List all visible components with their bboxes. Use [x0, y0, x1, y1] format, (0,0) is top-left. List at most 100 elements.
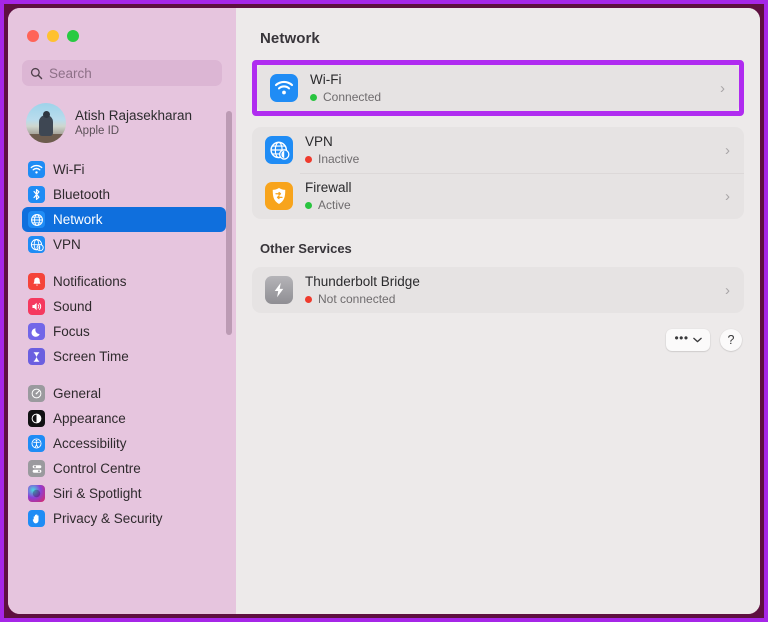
page-title: Network	[260, 30, 320, 47]
sidebar-item-label: Bluetooth	[53, 187, 111, 202]
chevron-down-icon	[692, 337, 702, 343]
sidebar-group-system: Notifications Sound Focus Screen Time	[8, 269, 236, 369]
vpn-icon	[265, 136, 293, 164]
section-title-other-services: Other Services	[260, 241, 352, 256]
sidebar-item-label: VPN	[53, 237, 81, 252]
sidebar-item-label: Focus	[53, 324, 90, 339]
sidebar-item-wi-fi[interactable]: Wi-Fi	[22, 157, 226, 182]
gear-icon	[28, 385, 45, 402]
status-label: Not connected	[318, 291, 396, 306]
chevron-right-icon[interactable]: ›	[725, 282, 730, 299]
footer-buttons: ••• ?	[252, 329, 744, 351]
chevron-right-icon[interactable]: ›	[725, 188, 730, 205]
system-settings-window: Search Atish Rajasekharan Apple ID Wi-Fi…	[8, 8, 760, 614]
service-row-thunderbolt-bridge[interactable]: Thunderbolt Bridge Not connected ›	[252, 267, 744, 313]
sidebar-item-vpn[interactable]: VPN	[22, 232, 226, 257]
sidebar-item-label: Sound	[53, 299, 93, 314]
firewall-shield-icon	[265, 182, 293, 210]
service-row-wi-fi[interactable]: Wi-Fi Connected ›	[257, 65, 739, 111]
more-options-button[interactable]: •••	[666, 329, 710, 351]
status-label: Inactive	[318, 151, 360, 166]
siri-icon	[28, 485, 45, 502]
sidebar-item-label: Appearance	[53, 411, 126, 426]
wifi-icon	[270, 74, 298, 102]
help-button[interactable]: ?	[720, 329, 742, 351]
status-dot	[305, 155, 312, 163]
service-row-firewall[interactable]: Firewall Active ›	[252, 173, 744, 219]
status-label: Active	[318, 197, 351, 212]
sidebar-item-control-centre[interactable]: Control Centre	[22, 456, 226, 481]
service-name: Firewall	[305, 179, 352, 195]
sidebar-item-bluetooth[interactable]: Bluetooth	[22, 182, 226, 207]
sidebar-group-preferences: General Appearance Accessibility Control…	[8, 381, 236, 531]
close-button[interactable]	[27, 30, 39, 42]
search-input[interactable]: Search	[22, 60, 222, 86]
service-name: VPN	[305, 133, 333, 149]
sidebar-item-label: Siri & Spotlight	[53, 486, 142, 501]
sidebar-scrollbar[interactable]	[226, 111, 232, 335]
sidebar-item-siri-spotlight[interactable]: Siri & Spotlight	[22, 481, 226, 506]
sidebar-item-label: Screen Time	[53, 349, 129, 364]
sidebar-item-label: Wi-Fi	[53, 162, 85, 177]
status-dot	[305, 201, 312, 209]
appearance-icon	[28, 410, 45, 427]
sidebar-item-screen-time[interactable]: Screen Time	[22, 344, 226, 369]
bell-icon	[28, 273, 45, 290]
service-status: Connected	[310, 90, 720, 104]
sidebar-item-label: Control Centre	[53, 461, 141, 476]
service-name: Thunderbolt Bridge	[305, 273, 420, 289]
annotation-frame: Search Atish Rajasekharan Apple ID Wi-Fi…	[0, 0, 768, 622]
bluetooth-icon	[28, 186, 45, 203]
sidebar-item-accessibility[interactable]: Accessibility	[22, 431, 226, 456]
service-name: Wi-Fi	[310, 71, 342, 87]
sidebar: Search Atish Rajasekharan Apple ID Wi-Fi…	[8, 8, 236, 614]
service-status: Not connected	[305, 292, 725, 306]
sidebar-item-label: Network	[53, 212, 103, 227]
zoom-button[interactable]	[67, 30, 79, 42]
sidebar-item-focus[interactable]: Focus	[22, 319, 226, 344]
hourglass-icon	[28, 348, 45, 365]
avatar	[26, 103, 66, 143]
status-dot	[305, 295, 312, 303]
network-globe-icon	[28, 211, 45, 228]
status-label: Connected	[323, 89, 382, 104]
speaker-icon	[28, 298, 45, 315]
chevron-right-icon[interactable]: ›	[720, 80, 725, 97]
account-name: Atish Rajasekharan	[75, 108, 193, 124]
sidebar-item-label: Accessibility	[53, 436, 127, 451]
window-controls	[8, 8, 236, 42]
account-subtitle: Apple ID	[75, 124, 120, 137]
search-icon	[30, 67, 43, 80]
chevron-right-icon[interactable]: ›	[725, 142, 730, 159]
sidebar-item-network[interactable]: Network	[22, 207, 226, 232]
minimize-button[interactable]	[47, 30, 59, 42]
sidebar-item-sound[interactable]: Sound	[22, 294, 226, 319]
sidebar-item-privacy-security[interactable]: Privacy & Security	[22, 506, 226, 531]
moon-icon	[28, 323, 45, 340]
sidebar-item-label: General	[53, 386, 102, 401]
more-options-label: •••	[674, 331, 689, 345]
thunderbolt-icon	[265, 276, 293, 304]
hand-icon	[28, 510, 45, 527]
sidebar-group-connectivity: Wi-Fi Bluetooth Network VPN	[8, 157, 236, 257]
accessibility-icon	[28, 435, 45, 452]
vpn-icon	[28, 236, 45, 253]
network-services-card: VPN Inactive › Firewall Active ›	[252, 127, 744, 219]
service-status: Active	[305, 198, 725, 212]
status-dot	[310, 93, 317, 101]
wifi-icon	[28, 161, 45, 178]
apple-id-account-row[interactable]: Atish Rajasekharan Apple ID	[22, 99, 226, 147]
service-row-vpn[interactable]: VPN Inactive ›	[252, 127, 744, 173]
sidebar-item-notifications[interactable]: Notifications	[22, 269, 226, 294]
search-placeholder: Search	[49, 65, 92, 81]
control-centre-icon	[28, 460, 45, 477]
sidebar-item-label: Privacy & Security	[53, 511, 163, 526]
highlight-annotation-wifi: Wi-Fi Connected ›	[252, 60, 744, 116]
other-services-card: Thunderbolt Bridge Not connected ›	[252, 267, 744, 313]
sidebar-item-label: Notifications	[53, 274, 127, 289]
service-status: Inactive	[305, 152, 725, 166]
sidebar-item-appearance[interactable]: Appearance	[22, 406, 226, 431]
sidebar-item-general[interactable]: General	[22, 381, 226, 406]
main-content: Network Wi-Fi Connected › VPN Inactive ›…	[236, 8, 760, 614]
wifi-card: Wi-Fi Connected ›	[257, 65, 739, 111]
